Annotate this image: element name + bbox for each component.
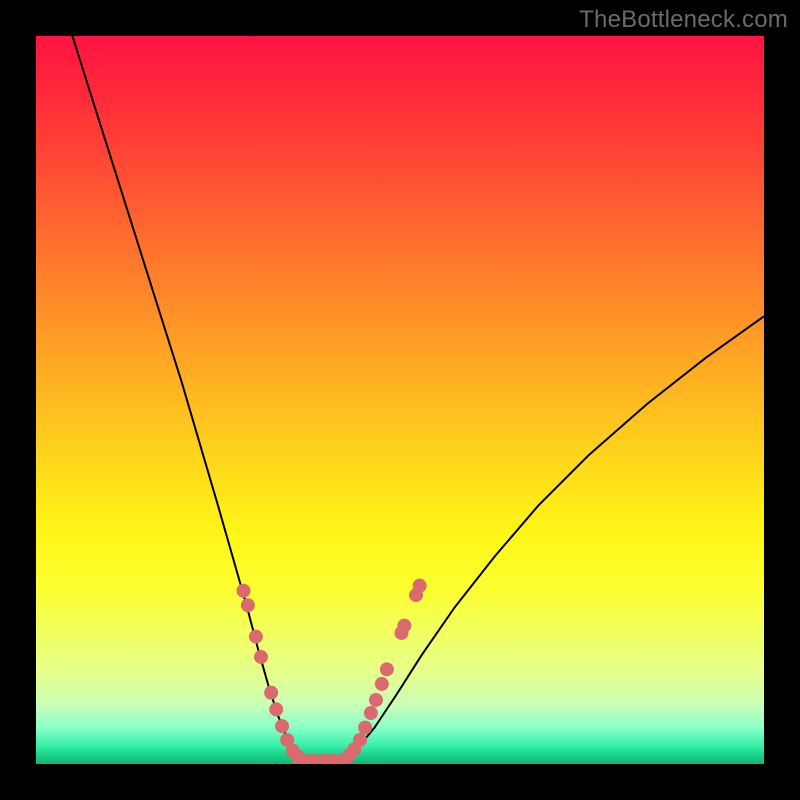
data-marker bbox=[264, 686, 278, 700]
right-curve bbox=[342, 316, 764, 760]
data-marker bbox=[254, 650, 268, 664]
data-marker bbox=[269, 702, 283, 716]
data-marker bbox=[358, 721, 372, 735]
data-marker bbox=[364, 706, 378, 720]
chart-svg bbox=[36, 36, 764, 764]
data-marker bbox=[375, 677, 389, 691]
data-marker bbox=[275, 719, 289, 733]
left-curve bbox=[72, 36, 303, 760]
data-marker bbox=[241, 598, 255, 612]
plot-area bbox=[36, 36, 764, 764]
data-marker bbox=[369, 693, 383, 707]
data-marker bbox=[413, 579, 427, 593]
data-marker bbox=[397, 619, 411, 633]
data-marker bbox=[249, 630, 263, 644]
data-marker bbox=[353, 733, 367, 747]
watermark-text: TheBottleneck.com bbox=[579, 6, 788, 34]
data-marker bbox=[380, 662, 394, 676]
data-marker bbox=[236, 584, 250, 598]
chart-container: TheBottleneck.com bbox=[0, 0, 800, 800]
